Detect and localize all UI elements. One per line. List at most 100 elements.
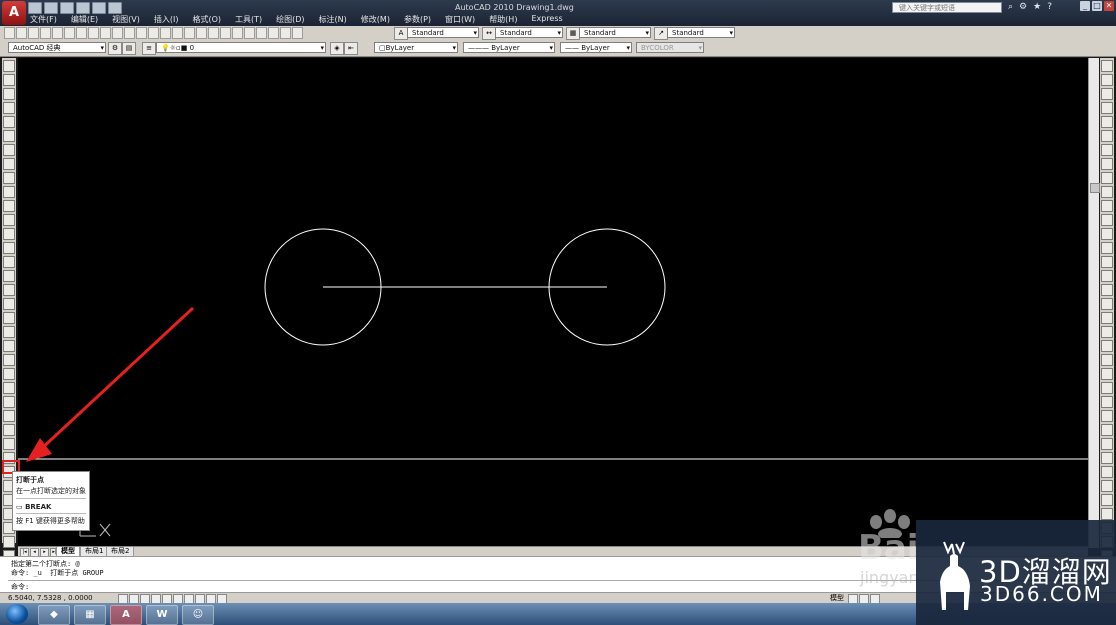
line-icon[interactable] [3,60,15,72]
tool-palettes-icon[interactable] [244,27,255,39]
design-center-icon[interactable] [232,27,243,39]
dimension-tool-icon[interactable] [1101,200,1113,212]
table-style-dropdown[interactable]: Standard [579,27,651,39]
gradient-icon[interactable] [3,270,15,282]
redo-icon[interactable] [92,2,106,14]
array-icon[interactable] [3,410,15,422]
plot-icon[interactable] [108,2,122,14]
command-prompt[interactable]: 命令: [11,582,29,592]
copy-icon[interactable] [100,27,111,39]
table-style-icon[interactable]: ▦ [566,27,580,40]
multileader-style-icon[interactable]: ↗ [654,27,668,40]
arc-icon[interactable] [3,130,15,142]
workspace-dropdown[interactable]: AutoCAD 经典 [8,42,106,54]
matchprop-icon[interactable] [124,27,135,39]
dimension-tool-icon[interactable] [1101,256,1113,268]
dimension-tool-icon[interactable] [1101,102,1113,114]
dimension-tool-icon[interactable] [1101,214,1113,226]
qnew-icon[interactable] [4,27,15,39]
polygon-icon[interactable] [3,102,15,114]
make-current-layer-icon[interactable]: ◈ [330,42,344,55]
save-icon[interactable] [28,27,39,39]
point-icon[interactable] [3,242,15,254]
quickcalc-icon[interactable] [280,27,291,39]
dimension-tool-icon[interactable] [1101,480,1113,492]
layer-manager-icon[interactable]: ≡ [142,42,156,55]
dimension-tool-icon[interactable] [1101,494,1113,506]
new-icon[interactable] [28,2,42,14]
join-icon[interactable] [3,536,15,548]
plotstyle-dropdown[interactable]: BYCOLOR [636,42,704,54]
search-input[interactable]: 键入关键字或短语 [892,2,1002,13]
revision-cloud-icon[interactable] [3,158,15,170]
menu-format[interactable]: 格式(O) [192,14,221,25]
dimension-tool-icon[interactable] [1101,60,1113,72]
help-icon[interactable]: ? [1047,2,1052,12]
make-block-icon[interactable] [3,228,15,240]
dimension-tool-icon[interactable] [1101,228,1113,240]
layer-previous-icon[interactable]: ⇤ [344,42,358,55]
plot-icon[interactable] [40,27,51,39]
start-button[interactable] [6,604,28,624]
construction-line-icon[interactable] [3,74,15,86]
close-button[interactable]: ✕ [1104,1,1114,11]
layer-dropdown[interactable]: 💡☼▫■ 0 [156,42,326,54]
dimension-tool-icon[interactable] [1101,74,1113,86]
separator-icon[interactable] [3,340,15,352]
dimension-tool-icon[interactable] [1101,368,1113,380]
dimension-tool-icon[interactable] [1101,326,1113,338]
open-icon[interactable] [16,27,27,39]
menu-express[interactable]: Express [531,14,562,25]
application-menu-button[interactable]: A [2,1,26,25]
coordinate-readout[interactable]: 6.5040, 7.5328 , 0.0000 [8,594,93,602]
pan-icon[interactable] [172,27,183,39]
menu-modify[interactable]: 修改(M) [361,14,390,25]
dimension-tool-icon[interactable] [1101,354,1113,366]
menu-parametric[interactable]: 参数(P) [404,14,431,25]
cut-icon[interactable] [88,27,99,39]
dimension-tool-icon[interactable] [1101,452,1113,464]
menu-help[interactable]: 帮助(H) [489,14,517,25]
dimension-tool-icon[interactable] [1101,172,1113,184]
rotate-icon[interactable] [3,438,15,450]
taskbar-word-icon[interactable]: W [146,605,178,625]
color-dropdown[interactable]: ▢ByLayer [374,42,458,54]
dimension-tool-icon[interactable] [1101,382,1113,394]
region-icon[interactable] [3,284,15,296]
copy-icon[interactable] [3,368,15,380]
undo-icon[interactable] [148,27,159,39]
hatch-icon[interactable] [3,256,15,268]
mirror-icon[interactable] [3,382,15,394]
dimension-tool-icon[interactable] [1101,88,1113,100]
dimension-tool-icon[interactable] [1101,186,1113,198]
insert-block-icon[interactable] [3,214,15,226]
zoom-window-icon[interactable] [196,27,207,39]
dimension-tool-icon[interactable] [1101,466,1113,478]
text-style-dropdown[interactable]: Standard [407,27,479,39]
dimension-tool-icon[interactable] [1101,242,1113,254]
menu-file[interactable]: 文件(F) [30,14,57,25]
text-style-icon[interactable]: A [394,27,408,40]
dimension-tool-icon[interactable] [1101,158,1113,170]
dimension-tool-icon[interactable] [1101,116,1113,128]
lineweight-dropdown[interactable]: —— ByLayer [560,42,632,54]
polyline-icon[interactable] [3,88,15,100]
taskbar-wechat-icon[interactable]: ☺ [182,605,214,625]
save-icon[interactable] [60,2,74,14]
maximize-button[interactable]: □ [1092,1,1102,11]
ellipse-icon[interactable] [3,186,15,198]
drawing-area[interactable] [18,58,1088,546]
dimension-tool-icon[interactable] [1101,340,1113,352]
rectangle-icon[interactable] [3,116,15,128]
dimension-tool-icon[interactable] [1101,410,1113,422]
help-icon[interactable] [292,27,303,39]
spline-icon[interactable] [3,172,15,184]
publish-icon[interactable] [64,27,75,39]
dimension-tool-icon[interactable] [1101,298,1113,310]
menu-view[interactable]: 视图(V) [112,14,140,25]
menu-tools[interactable]: 工具(T) [235,14,262,25]
circle-icon[interactable] [3,144,15,156]
favorites-icon[interactable]: ★ [1033,2,1041,12]
dimension-tool-icon[interactable] [1101,144,1113,156]
multiline-text-icon[interactable] [3,312,15,324]
